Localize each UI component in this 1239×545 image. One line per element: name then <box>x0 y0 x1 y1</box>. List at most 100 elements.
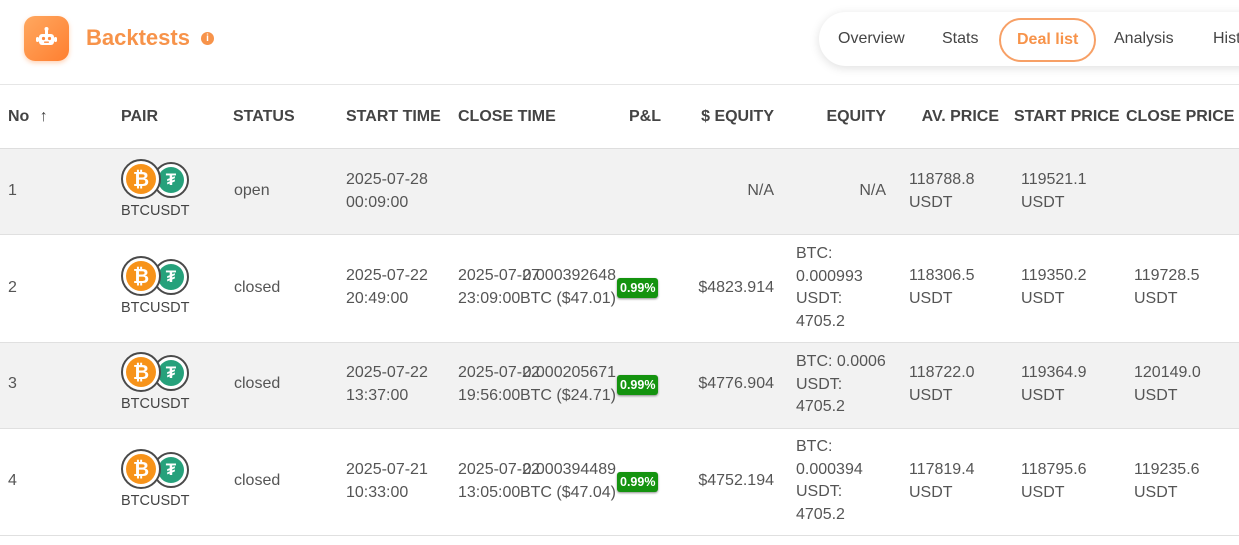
pnl-percent-badge: 0.99% <box>617 472 659 492</box>
equity-line: BTC: <box>796 245 833 262</box>
pnl-usd: BTC ($47.04) <box>519 483 616 501</box>
status-text: closed <box>234 279 281 296</box>
tab-history[interactable]: Hist <box>1213 12 1239 66</box>
usd-equity: $4752.194 <box>698 472 774 489</box>
tab-bar: Overview Stats Deal list Analysis Hist <box>819 12 1239 66</box>
equity-line: 4705.2 <box>796 312 845 330</box>
start-price-unit: USDT <box>1021 483 1065 501</box>
close-price: 119235.6 USDT <box>1134 459 1200 504</box>
row-no: 1 <box>8 182 17 199</box>
start-price-unit: USDT <box>1021 289 1065 307</box>
row-no: 2 <box>8 279 17 296</box>
equity-line: USDT: <box>796 375 843 393</box>
equity-line: 4705.2 <box>796 398 845 415</box>
close-price-value: 119728.5 <box>1134 267 1200 284</box>
start-price-value: 119521.1 <box>1021 171 1087 188</box>
start-time: 2025-07-22 13:37:00 <box>346 362 428 407</box>
equity: BTC: 0.000993 USDT: 4705.2 <box>796 243 863 333</box>
av-price: 117819.4 USDT <box>909 459 975 504</box>
usd-equity: $4776.904 <box>698 375 774 392</box>
pair-label: BTCUSDT <box>121 493 190 509</box>
sort-arrow-up-icon[interactable]: ↑ <box>40 108 48 125</box>
table-row[interactable]: 1 ₿ ₮ BTCUSDT open 2025-07-28 00:09:00 N… <box>0 149 1239 235</box>
column-start-price[interactable]: START PRICE <box>1014 85 1119 148</box>
info-icon[interactable]: i <box>201 32 214 45</box>
equity: BTC: 0.000394 USDT: 4705.2 <box>796 436 863 526</box>
equity: N/A <box>859 182 886 199</box>
close-price-value: 120149.0 <box>1134 364 1201 381</box>
pnl-usd: BTC ($47.01) <box>519 289 616 307</box>
tab-overview[interactable]: Overview <box>838 12 905 66</box>
pnl-usd: BTC ($24.71) <box>519 386 616 404</box>
start-date: 2025-07-21 <box>346 461 428 478</box>
tab-deal-list[interactable]: Deal list <box>999 18 1097 62</box>
pnl-btc: 0.000394489 <box>522 461 616 478</box>
equity-line: USDT: <box>796 290 843 307</box>
page-header: Backtests i Overview Stats Deal list Ana… <box>0 0 1239 85</box>
equity-line: 4705.2 <box>796 505 845 523</box>
av-price-unit: USDT <box>909 386 953 404</box>
table-row[interactable]: 4 ₿ ₮ BTCUSDT closed 2025-07-21 10:33:00… <box>0 429 1239 536</box>
start-clock: 10:33:00 <box>346 483 409 501</box>
column-usd-equity[interactable]: $ EQUITY <box>680 85 774 148</box>
pnl-amount: 0.000392648 BTC ($47.01) <box>506 265 616 310</box>
equity-line: USDT: <box>796 483 843 500</box>
av-price-unit: USDT <box>909 193 953 211</box>
tether-glyph: ₮ <box>158 264 184 290</box>
column-start-time[interactable]: START TIME <box>346 85 441 148</box>
pnl-percent-badge: 0.99% <box>617 278 659 298</box>
close-price-value: 119235.6 <box>1134 461 1200 478</box>
column-no[interactable]: No ↑ <box>8 85 48 148</box>
column-close-time[interactable]: CLOSE TIME <box>458 85 556 148</box>
table-row[interactable]: 3 ₿ ₮ BTCUSDT closed 2025-07-22 13:37:00… <box>0 343 1239 429</box>
pair-label: BTCUSDT <box>121 203 190 219</box>
equity-line: 0.000394 <box>796 460 863 478</box>
start-time: 2025-07-28 00:09:00 <box>346 169 428 214</box>
column-pnl[interactable]: P&L <box>600 85 661 148</box>
column-pair[interactable]: PAIR <box>121 85 158 148</box>
equity-line: 0.000993 <box>796 267 863 285</box>
page-title: Backtests <box>86 25 190 50</box>
status-text: closed <box>234 472 281 489</box>
av-price-value: 118788.8 <box>909 171 975 188</box>
tether-glyph: ₮ <box>158 360 184 386</box>
tether-glyph: ₮ <box>158 457 184 483</box>
start-time: 2025-07-21 10:33:00 <box>346 459 428 504</box>
start-price: 118795.6 USDT <box>1021 459 1087 504</box>
bitcoin-glyph: ₿ <box>126 164 156 194</box>
close-price: 120149.0 USDT <box>1134 362 1201 407</box>
equity: BTC: 0.0006 USDT: 4705.2 <box>796 351 886 419</box>
start-clock: 00:09:00 <box>346 193 409 211</box>
tab-stats[interactable]: Stats <box>942 12 978 66</box>
start-date: 2025-07-28 <box>346 171 428 188</box>
pnl-amount: 0.000205671 BTC ($24.71) <box>506 362 616 407</box>
av-price-unit: USDT <box>909 483 953 501</box>
pair-label: BTCUSDT <box>121 396 190 412</box>
column-av-price[interactable]: AV. PRICE <box>905 85 999 148</box>
start-price-unit: USDT <box>1021 193 1065 211</box>
bitcoin-glyph: ₿ <box>126 357 156 387</box>
column-close-price[interactable]: CLOSE PRICE <box>1126 85 1234 148</box>
close-price-unit: USDT <box>1134 483 1178 501</box>
pair-cell: ₿ ₮ BTCUSDT <box>121 352 193 422</box>
equity-line: BTC: 0.0006 <box>796 353 886 370</box>
start-price: 119364.9 USDT <box>1021 362 1087 407</box>
column-equity[interactable]: EQUITY <box>796 85 886 148</box>
pair-cell: ₿ ₮ BTCUSDT <box>121 256 193 326</box>
av-price-unit: USDT <box>909 289 953 307</box>
pair-cell: ₿ ₮ BTCUSDT <box>121 159 193 229</box>
bitcoin-glyph: ₿ <box>126 261 156 291</box>
av-price: 118788.8 USDT <box>909 169 975 214</box>
status-text: closed <box>234 375 281 392</box>
start-price-value: 119364.9 <box>1021 364 1087 381</box>
start-date: 2025-07-22 <box>346 267 428 284</box>
start-clock: 20:49:00 <box>346 289 409 307</box>
robot-icon <box>24 16 69 61</box>
tab-analysis[interactable]: Analysis <box>1114 12 1174 66</box>
pair-cell: ₿ ₮ BTCUSDT <box>121 449 193 519</box>
av-price: 118722.0 USDT <box>909 362 975 407</box>
column-no-label: No <box>8 108 30 125</box>
column-status[interactable]: STATUS <box>233 85 295 148</box>
pair-label: BTCUSDT <box>121 300 190 316</box>
table-row[interactable]: 2 ₿ ₮ BTCUSDT closed 2025-07-22 20:49:00… <box>0 235 1239 343</box>
